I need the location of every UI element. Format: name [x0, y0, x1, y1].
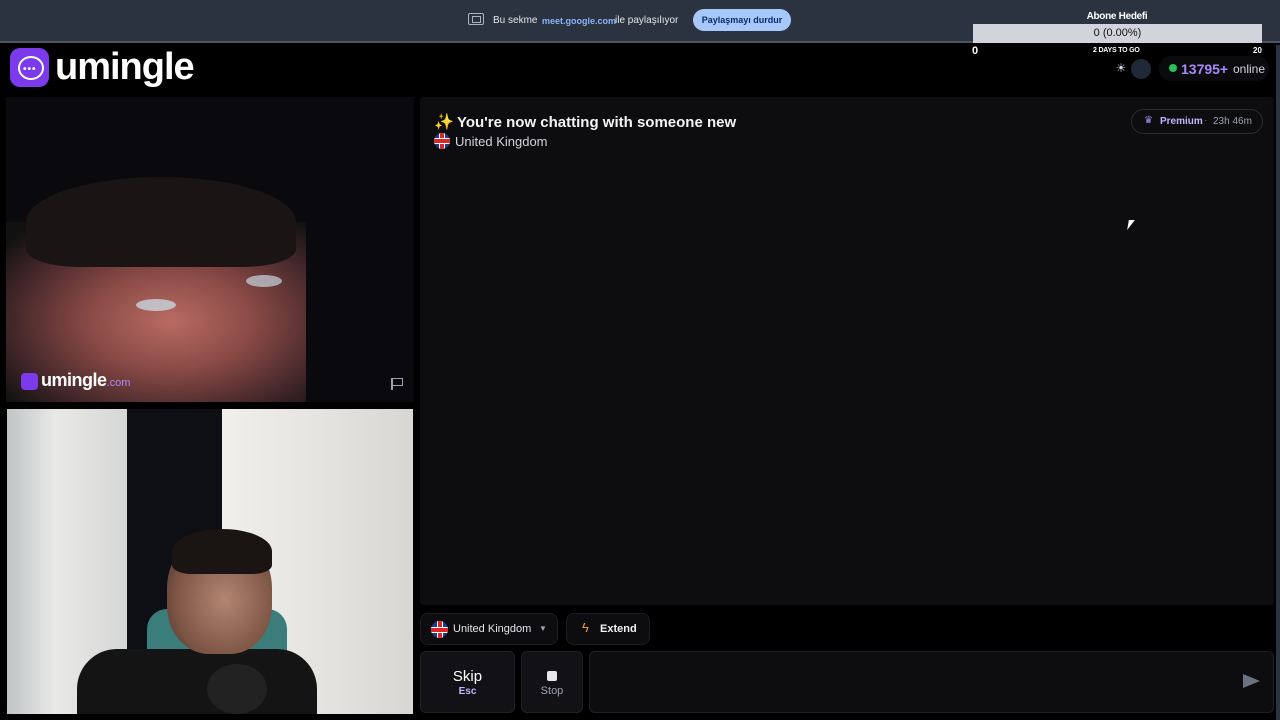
share-text-before: Bu sekme	[493, 15, 538, 26]
goal-days-left: 2 DAYS TO GO	[1093, 47, 1140, 54]
online-dot-icon	[1169, 64, 1177, 72]
chat-panel	[420, 97, 1274, 605]
goal-min: 0	[972, 45, 979, 57]
stop-icon	[547, 671, 557, 681]
watermark-logo-icon	[21, 373, 38, 390]
sparkle-icon: ✨	[434, 114, 454, 131]
report-flag-icon[interactable]	[390, 378, 403, 390]
goal-progress-bar: 0 (0.00%)	[973, 24, 1262, 43]
skip-label: Skip	[452, 668, 483, 685]
premium-separator: ·	[1204, 115, 1208, 126]
send-icon[interactable]	[1243, 674, 1260, 688]
share-text-after: ile paylaşılıyor	[615, 15, 679, 26]
crown-icon: ♛	[1144, 115, 1153, 126]
partner-country: United Kingdom	[455, 134, 548, 149]
online-label: online	[1233, 62, 1266, 76]
message-input[interactable]	[589, 651, 1274, 713]
chat-logo-icon[interactable]: •••	[10, 48, 49, 87]
logo-text[interactable]: umingle	[55, 46, 195, 89]
caret-down-icon: ▼	[539, 624, 547, 633]
online-count: 13795+	[1181, 61, 1229, 77]
uk-flag-icon	[434, 133, 450, 149]
extend-label: Extend	[600, 623, 637, 635]
share-domain: meet.google.com	[542, 16, 617, 26]
video-watermark: umingle.com	[41, 370, 131, 390]
stop-button[interactable]	[521, 651, 583, 713]
premium-label: Premium	[1160, 116, 1203, 127]
sun-icon[interactable]: ☀	[1114, 61, 1128, 75]
app-root: Bu sekme meet.google.com ile paylaşılıyo…	[0, 0, 1280, 720]
premium-timer: 23h 46m	[1213, 116, 1252, 127]
goal-max: 20	[1253, 46, 1262, 55]
chat-headline: You're now chatting with someone new	[457, 114, 737, 131]
share-tab-icon	[468, 13, 484, 25]
bolt-icon: ϟ	[582, 620, 589, 635]
skip-shortcut: Esc	[458, 686, 477, 697]
self-video	[7, 409, 413, 714]
window-edge	[1276, 45, 1280, 720]
stop-label: Stop	[540, 685, 564, 697]
theme-toggle[interactable]	[1131, 59, 1151, 79]
uk-flag-icon	[431, 621, 448, 638]
goal-title: Abone Hedefi	[1086, 11, 1148, 22]
stop-sharing-button[interactable]: Paylaşmayı durdur	[693, 9, 791, 31]
microphone	[207, 664, 267, 714]
country-select-label: United Kingdom	[453, 623, 532, 635]
stranger-video: umingle.com	[6, 97, 414, 402]
